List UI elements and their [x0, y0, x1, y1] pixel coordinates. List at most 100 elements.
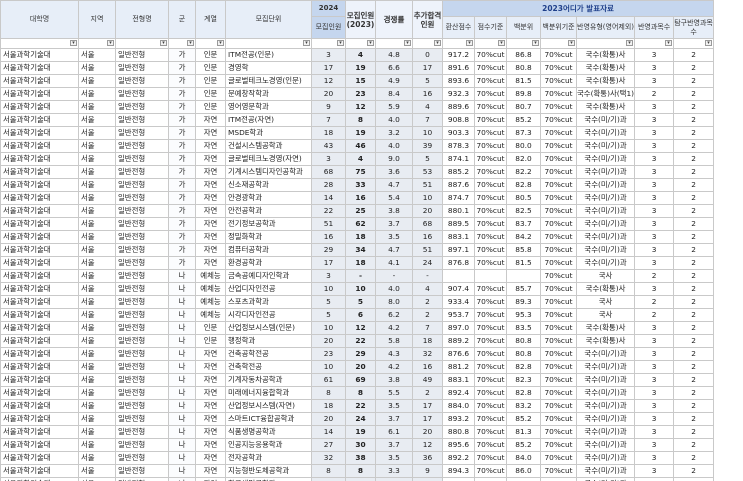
- cell-field[interactable]: 자연: [195, 126, 226, 140]
- cell-quota2023[interactable]: 22: [345, 399, 376, 413]
- cell-quota2024[interactable]: 7: [311, 113, 346, 127]
- cell-comp[interactable]: 4.0: [375, 113, 413, 127]
- cell-region[interactable]: 서울: [78, 48, 116, 62]
- cell-subj[interactable]: 3: [634, 61, 675, 75]
- cell-quota2023[interactable]: 18: [345, 230, 376, 244]
- cell-reflect[interactable]: 국수(미/기)과: [575, 438, 636, 452]
- cell-pct_basis[interactable]: 70%cut: [540, 243, 577, 257]
- cell-region[interactable]: 서울: [78, 412, 116, 426]
- cell-quota2024[interactable]: 30: [311, 477, 346, 481]
- cell-reflect[interactable]: 국사: [575, 295, 636, 309]
- cell-univ[interactable]: 서울과학기술대: [0, 282, 79, 296]
- cell-extra[interactable]: 10: [412, 126, 443, 140]
- cell-univ[interactable]: 서울과학기술대: [0, 347, 79, 361]
- cell-quota2024[interactable]: 9: [311, 100, 346, 114]
- cell-extra[interactable]: 12: [412, 438, 443, 452]
- cell-pct_basis[interactable]: 70%cut: [540, 152, 577, 166]
- cell-type[interactable]: 일반전형: [115, 438, 169, 452]
- cell-region[interactable]: 서울: [78, 451, 116, 465]
- cell-region[interactable]: 서울: [78, 217, 116, 231]
- cell-dept[interactable]: 산업디자인전공: [225, 282, 312, 296]
- cell-region[interactable]: 서울: [78, 113, 116, 127]
- cell-comp[interactable]: 5.4: [375, 191, 413, 205]
- cell-type[interactable]: 일반전형: [115, 256, 169, 270]
- cell-inq[interactable]: 2: [673, 334, 715, 348]
- cell-gun[interactable]: 나: [168, 399, 196, 413]
- cell-type[interactable]: 일반전형: [115, 282, 169, 296]
- cell-extra[interactable]: 9: [412, 464, 443, 478]
- cell-basis[interactable]: 70%cut: [474, 321, 507, 335]
- cell-conv[interactable]: 880.8: [442, 425, 475, 439]
- filter-dropdown-icon[interactable]: ▾: [498, 40, 505, 46]
- cell-reflect[interactable]: 국수(미/기)과: [575, 399, 636, 413]
- cell-inq[interactable]: 2: [673, 269, 715, 283]
- cell-inq[interactable]: 2: [673, 451, 715, 465]
- cell-basis[interactable]: 70%cut: [474, 139, 507, 153]
- cell-quota2024[interactable]: 5: [311, 295, 346, 309]
- cell-dept[interactable]: 환경공학과: [225, 256, 312, 270]
- cell-type[interactable]: 일반전형: [115, 360, 169, 374]
- cell-reflect[interactable]: 국수(미/기)과: [575, 243, 636, 257]
- cell-quota2023[interactable]: 18: [345, 256, 376, 270]
- cell-quota2024[interactable]: 32: [311, 451, 346, 465]
- cell-field[interactable]: 자연: [195, 178, 226, 192]
- cell-dept[interactable]: 시각디자인전공: [225, 308, 312, 322]
- cell-inq[interactable]: 2: [673, 412, 715, 426]
- cell-dept[interactable]: ITM전공(인문): [225, 48, 312, 62]
- cell-inq[interactable]: 2: [673, 152, 715, 166]
- cell-basis[interactable]: 70%cut: [474, 204, 507, 218]
- cell-quota2024[interactable]: 18: [311, 399, 346, 413]
- cell-univ[interactable]: 서울과학기술대: [0, 243, 79, 257]
- cell-reflect[interactable]: 국수(미/기)과: [575, 178, 636, 192]
- cell-univ[interactable]: 서울과학기술대: [0, 256, 79, 270]
- cell-gun[interactable]: 나: [168, 321, 196, 335]
- cell-quota2023[interactable]: 19: [345, 61, 376, 75]
- cell-basis[interactable]: 70%cut: [474, 438, 507, 452]
- cell-subj[interactable]: 3: [634, 217, 675, 231]
- cell-quota2024[interactable]: 10: [311, 360, 346, 374]
- cell-dept[interactable]: 산업정보시스템(자연): [225, 399, 312, 413]
- cell-dept[interactable]: 전기정보공학과: [225, 217, 312, 231]
- cell-basis[interactable]: 70%cut: [474, 334, 507, 348]
- cell-quota2023[interactable]: -: [345, 269, 376, 283]
- cell-comp[interactable]: -: [375, 269, 413, 283]
- cell-quota2023[interactable]: 19: [345, 126, 376, 140]
- cell-extra[interactable]: 51: [412, 243, 443, 257]
- cell-pct[interactable]: 83.2: [506, 399, 541, 413]
- cell-gun[interactable]: 가: [168, 113, 196, 127]
- cell-reflect[interactable]: 국수(미/기)과: [575, 256, 636, 270]
- cell-extra[interactable]: 49: [412, 373, 443, 387]
- cell-reflect[interactable]: 국수(확통)사: [575, 61, 636, 75]
- cell-quota2023[interactable]: 62: [345, 217, 376, 231]
- cell-inq[interactable]: 2: [673, 347, 715, 361]
- cell-field[interactable]: 자연: [195, 399, 226, 413]
- cell-inq[interactable]: 2: [673, 386, 715, 400]
- cell-region[interactable]: 서울: [78, 100, 116, 114]
- cell-extra[interactable]: 17: [412, 61, 443, 75]
- cell-dept[interactable]: 스포츠과학과: [225, 295, 312, 309]
- cell-comp[interactable]: 4.9: [375, 74, 413, 88]
- cell-comp[interactable]: 8.0: [375, 295, 413, 309]
- cell-basis[interactable]: 70%cut: [474, 477, 507, 481]
- cell-quota2023[interactable]: 69: [345, 373, 376, 387]
- cell-pct[interactable]: 82.8: [506, 360, 541, 374]
- cell-type[interactable]: 일반전형: [115, 100, 169, 114]
- cell-basis[interactable]: 70%cut: [474, 451, 507, 465]
- cell-extra[interactable]: 5: [412, 152, 443, 166]
- cell-pct_basis[interactable]: 70%cut: [540, 61, 577, 75]
- cell-gun[interactable]: 가: [168, 139, 196, 153]
- cell-gun[interactable]: 가: [168, 126, 196, 140]
- cell-quota2024[interactable]: 28: [311, 178, 346, 192]
- cell-conv[interactable]: 953.7: [442, 308, 475, 322]
- cell-conv[interactable]: 903.3: [442, 126, 475, 140]
- cell-quota2023[interactable]: 31: [345, 477, 376, 481]
- cell-conv[interactable]: 892.4: [442, 386, 475, 400]
- cell-pct[interactable]: 82.8: [506, 178, 541, 192]
- cell-basis[interactable]: 70%cut: [474, 217, 507, 231]
- cell-pct_basis[interactable]: 70%cut: [540, 477, 577, 481]
- cell-reflect[interactable]: 국수(확통)사: [575, 100, 636, 114]
- cell-pct_basis[interactable]: 70%cut: [540, 321, 577, 335]
- cell-quota2023[interactable]: 30: [345, 438, 376, 452]
- cell-type[interactable]: 일반전형: [115, 165, 169, 179]
- cell-subj[interactable]: 3: [634, 386, 675, 400]
